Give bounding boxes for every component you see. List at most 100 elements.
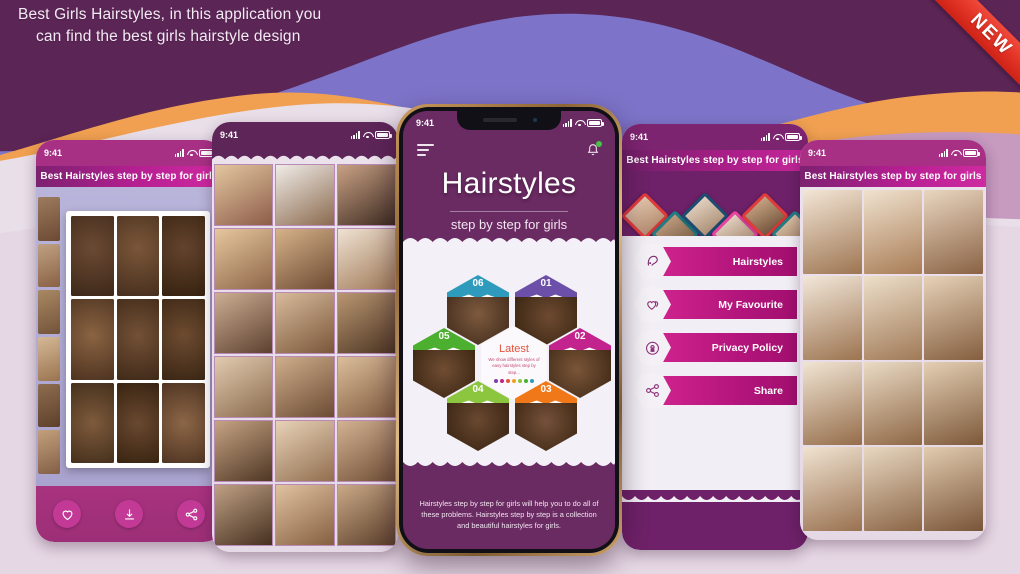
tutorial-step[interactable] <box>803 361 862 446</box>
app-bar <box>403 137 615 163</box>
menu-item-label: Hairstyles <box>732 255 783 268</box>
phone-screenshot-tutorial: 9:41 Best Hairstyles step by step for gi… <box>800 140 986 540</box>
hamburger-icon[interactable] <box>417 144 434 156</box>
wifi-icon <box>773 133 782 141</box>
speaker-grill <box>483 118 517 122</box>
tutorial-step[interactable] <box>924 361 983 446</box>
status-time: 9:41 <box>416 118 435 128</box>
status-time: 9:41 <box>220 130 239 140</box>
wifi-icon <box>575 119 584 127</box>
wifi-icon <box>363 131 372 139</box>
wifi-icon <box>187 149 196 157</box>
new-badge-ribbon: NEW <box>902 0 1020 118</box>
headline-line-1: Best Girls Hairstyles, in this applicati… <box>18 6 322 23</box>
favorite-button[interactable] <box>53 500 81 528</box>
tutorial-step[interactable] <box>924 447 983 531</box>
hex-number: 04 <box>472 384 484 395</box>
tutorial-step-grid[interactable] <box>800 187 986 534</box>
hex-number: 01 <box>540 278 552 289</box>
hex-number: 05 <box>438 331 450 342</box>
gallery-item[interactable] <box>336 228 396 290</box>
battery-icon <box>785 133 802 141</box>
gallery-item[interactable] <box>275 164 335 226</box>
battery-icon <box>375 131 392 139</box>
gallery-item[interactable] <box>214 164 274 226</box>
gallery-item[interactable] <box>275 292 335 354</box>
app-title-bar: Best Hairstyles step by step for girls <box>622 150 808 171</box>
bell-icon[interactable] <box>585 140 602 159</box>
gallery-item[interactable] <box>275 484 335 546</box>
page-title: Best Girls Hairstyles, in this applicati… <box>18 4 578 48</box>
menu-item-label: Privacy Policy <box>711 341 783 354</box>
hairstyle-detail-image <box>36 187 222 486</box>
phone-notch <box>457 111 561 130</box>
tutorial-step[interactable] <box>863 361 923 446</box>
hex-category-02[interactable]: 02 <box>549 328 611 398</box>
menu-item-share[interactable]: Share <box>631 373 799 408</box>
app-title: Hairstyles <box>441 167 577 200</box>
gallery-item[interactable] <box>336 164 396 226</box>
signal-icon <box>938 149 948 157</box>
menu-item-privacy-policy[interactable]: Privacy Policy <box>631 330 799 365</box>
tutorial-step[interactable] <box>803 190 862 274</box>
title-divider <box>449 211 569 212</box>
menu-item-my-favourite[interactable]: My Favourite <box>631 287 799 322</box>
wifi-icon <box>951 149 960 157</box>
hex-number: 02 <box>574 331 586 342</box>
status-bar: 9:41 <box>622 124 808 150</box>
app-title-bar: Best Hairstyles step by step for girls <box>36 166 222 187</box>
signal-icon <box>562 119 572 127</box>
download-icon <box>124 509 134 519</box>
status-bar: 9:41 <box>212 122 398 148</box>
app-title-bar: Best Hairstyles step by step for girls <box>800 166 986 187</box>
share-button[interactable] <box>177 500 205 528</box>
phone-screenshot-home: 9:41 Hairstyles step by step for girls 0… <box>396 104 622 556</box>
gallery-item[interactable] <box>336 292 396 354</box>
screenshot-stage: Best Girls Hairstyles, in this applicati… <box>0 0 1020 574</box>
latest-description: We show different styles of easy hairsty… <box>488 357 540 375</box>
color-dots <box>494 378 534 383</box>
gallery-item[interactable] <box>336 484 396 546</box>
latest-title: Latest <box>499 343 529 356</box>
tutorial-step[interactable] <box>863 275 923 360</box>
thumbnail-strip[interactable] <box>36 195 62 476</box>
gallery-item[interactable] <box>275 420 335 482</box>
tutorial-step[interactable] <box>924 275 983 360</box>
gallery-item[interactable] <box>214 292 274 354</box>
tutorial-step[interactable] <box>863 447 923 531</box>
menu-footer <box>622 484 808 550</box>
tutorial-step[interactable] <box>924 190 983 274</box>
hairstyle-gallery-grid[interactable] <box>212 162 398 552</box>
gallery-item[interactable] <box>214 420 274 482</box>
hex-number: 03 <box>540 384 552 395</box>
battery-icon <box>587 119 604 127</box>
phone-screenshot-menu: 9:41 Best Hairstyles step by step for gi… <box>622 124 808 550</box>
gallery-item[interactable] <box>275 228 335 290</box>
tutorial-step[interactable] <box>803 275 862 360</box>
app-description: Hairstyles step by step for girls will h… <box>419 498 599 530</box>
menu-item-hairstyles[interactable]: Hairstyles <box>631 244 799 279</box>
status-time: 9:41 <box>630 132 649 142</box>
status-time: 9:41 <box>808 148 827 158</box>
download-button[interactable] <box>115 500 143 528</box>
menu-list: Hairstyles My Favourite Privacy Policy S… <box>622 236 808 484</box>
status-time: 9:41 <box>44 148 63 158</box>
hex-category-05[interactable]: 05 <box>413 328 475 398</box>
content-panel: 06 01 05 Latest We show different styles… <box>403 238 615 466</box>
gallery-item[interactable] <box>214 484 274 546</box>
phone-screenshot-gallery: 9:41 <box>212 122 398 552</box>
gallery-item[interactable] <box>275 356 335 418</box>
tutorial-step[interactable] <box>803 447 862 531</box>
hexagon-category-grid: 06 01 05 Latest We show different styles… <box>403 255 615 485</box>
battery-icon <box>963 149 980 157</box>
gallery-item[interactable] <box>214 356 274 418</box>
gallery-item[interactable] <box>336 420 396 482</box>
gallery-item[interactable] <box>214 228 274 290</box>
signal-icon <box>350 131 360 139</box>
step-photo-card <box>66 211 210 468</box>
signal-icon <box>174 149 184 157</box>
tutorial-step[interactable] <box>863 190 923 274</box>
gallery-item[interactable] <box>336 356 396 418</box>
status-bar: 9:41 <box>36 140 222 166</box>
action-bar <box>36 486 222 542</box>
